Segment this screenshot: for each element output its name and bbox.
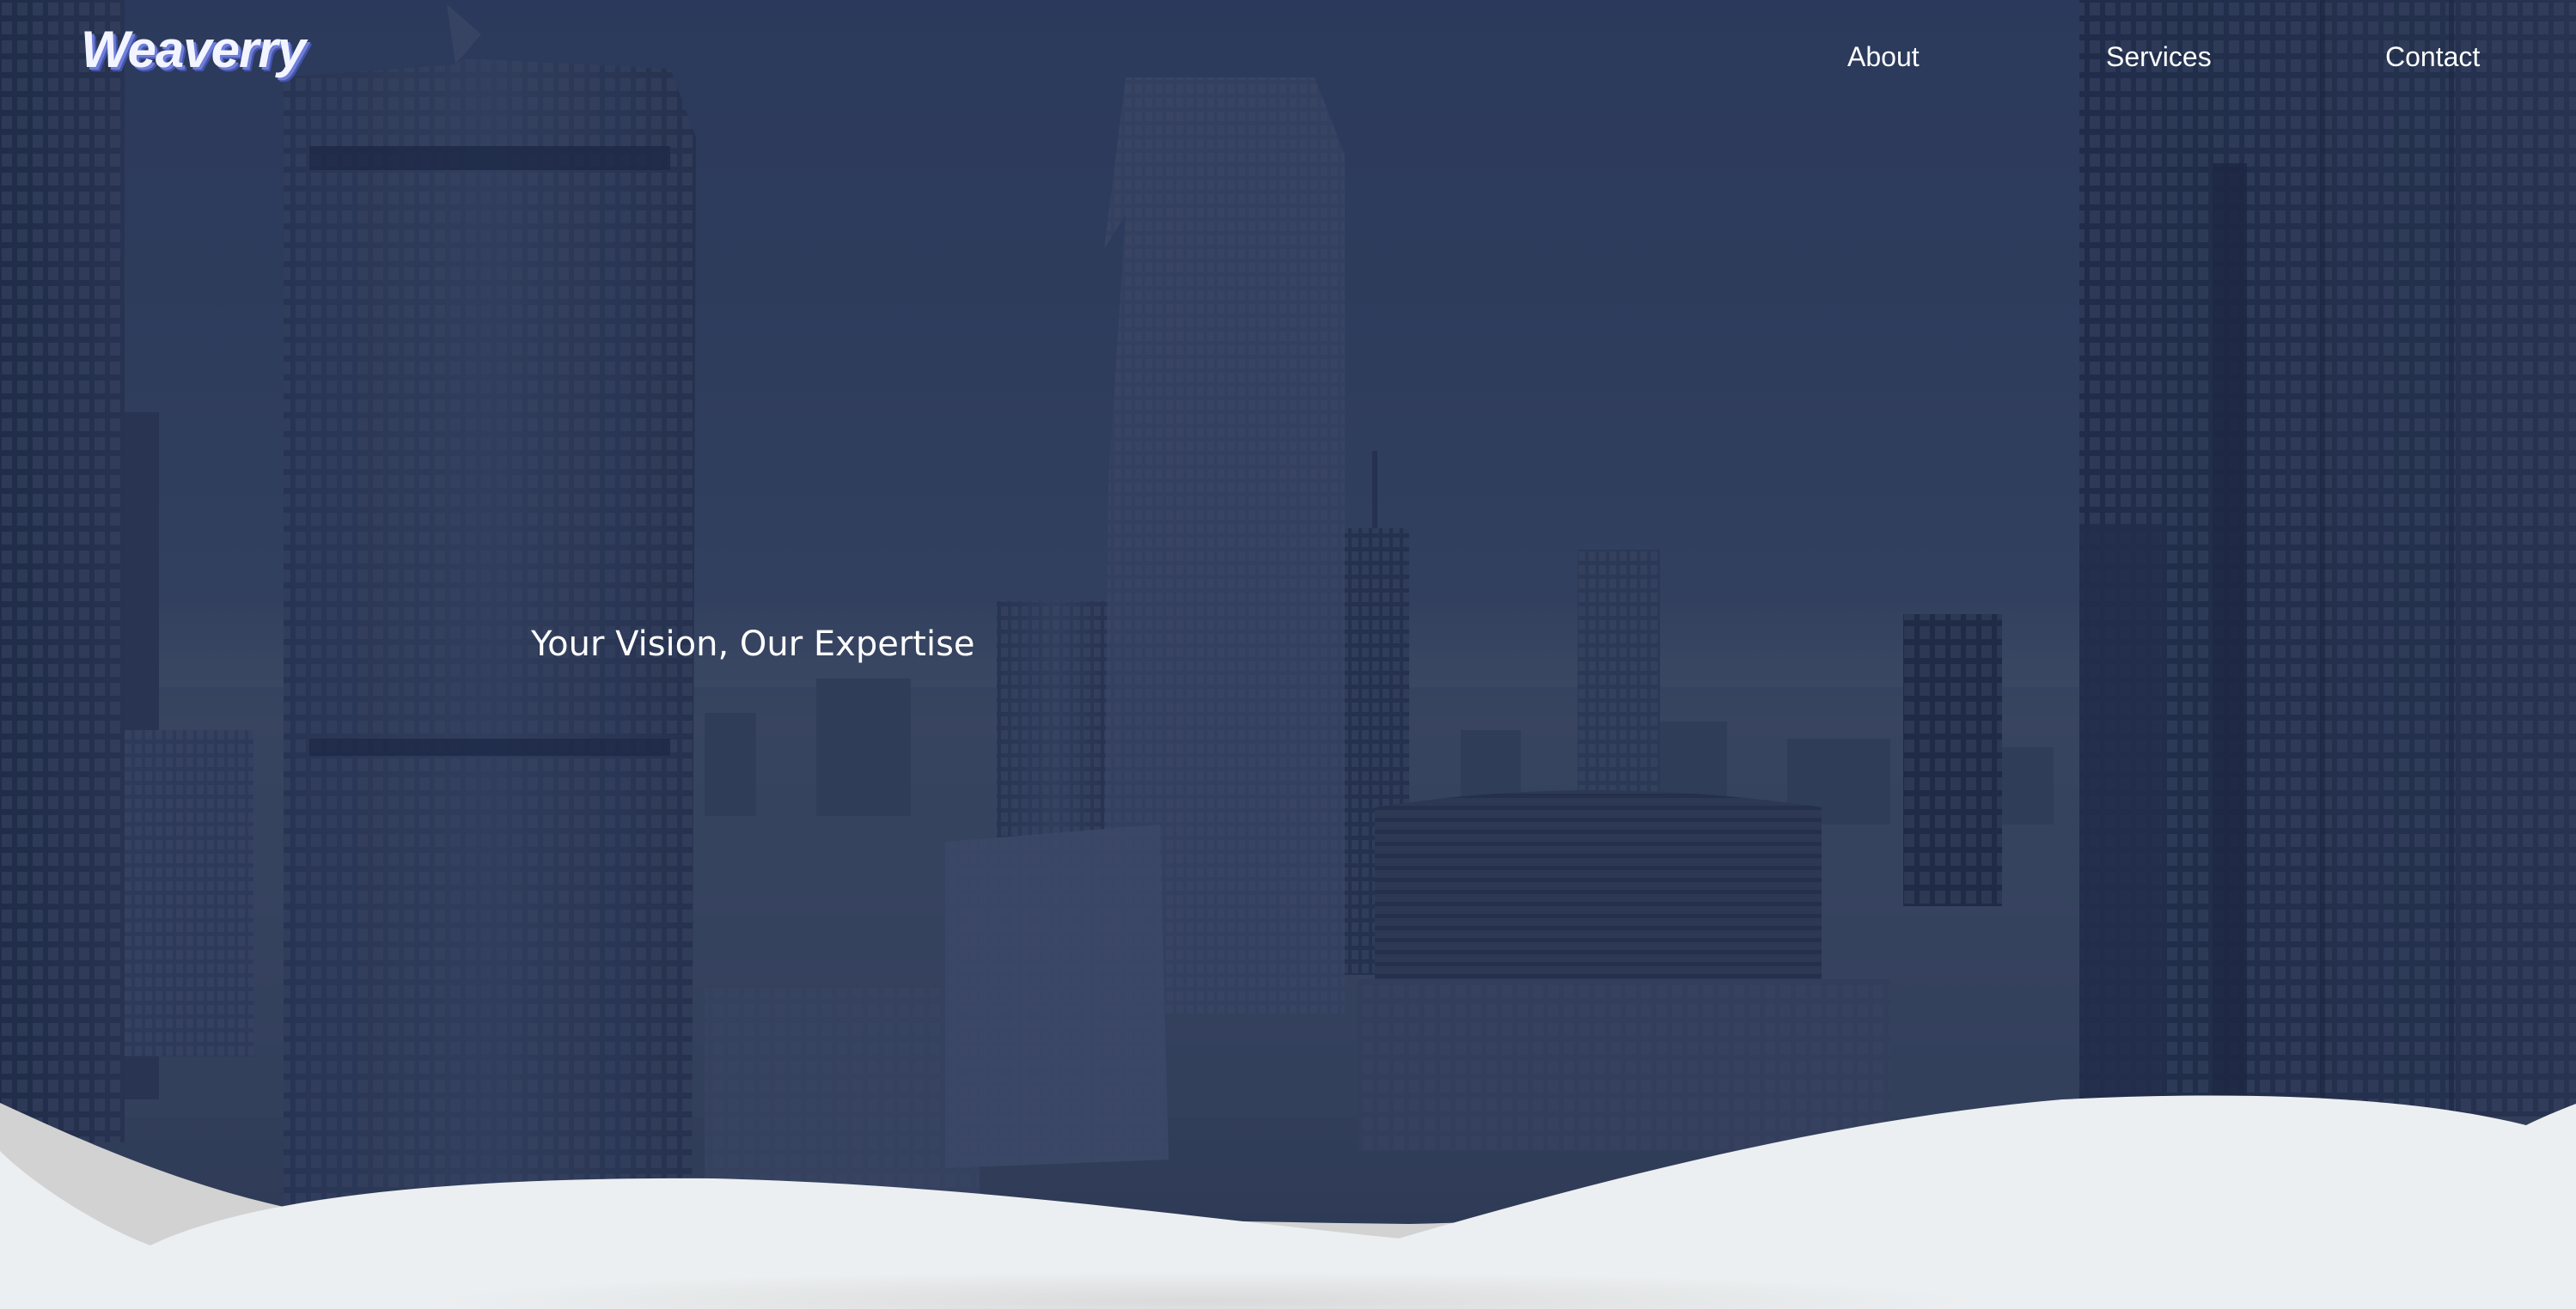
nav-link-about[interactable]: About	[1847, 40, 1920, 74]
nav-link-services[interactable]: Services	[2106, 40, 2212, 74]
main-nav: About Services Contact	[0, 40, 2576, 74]
city-skyline-image	[0, 0, 2576, 1309]
hero-section	[0, 0, 2576, 1309]
nav-link-contact[interactable]: Contact	[2385, 40, 2480, 74]
hero-tagline: Your Vision, Our Expertise	[531, 624, 975, 664]
